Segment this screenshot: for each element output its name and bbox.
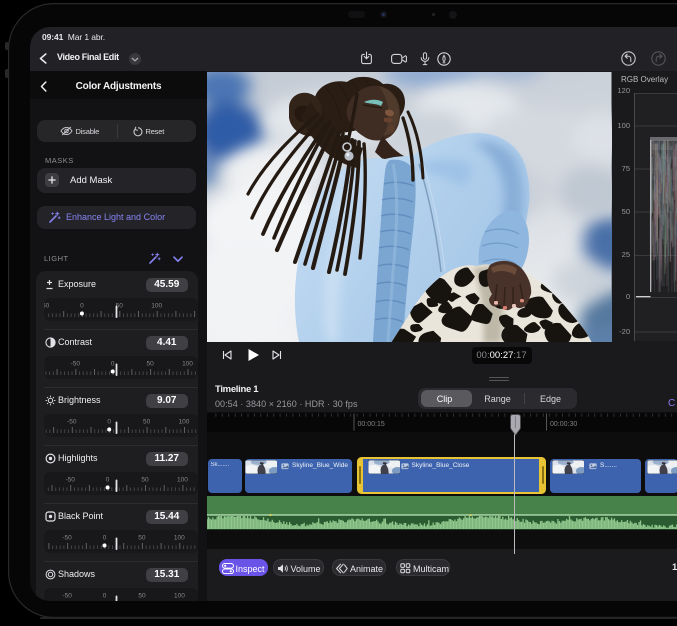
svg-text:50: 50 [138, 534, 146, 541]
svg-text:-50: -50 [62, 534, 72, 541]
svg-text:-50: -50 [62, 592, 72, 599]
svg-text:100: 100 [177, 476, 188, 483]
svg-text:50: 50 [143, 418, 151, 425]
svg-text:0: 0 [106, 476, 110, 483]
svg-text:-50: -50 [67, 418, 77, 425]
svg-text:50: 50 [141, 476, 149, 483]
svg-text:100: 100 [151, 302, 162, 309]
svg-text:50: 50 [138, 592, 146, 599]
svg-text:-50: -50 [71, 360, 81, 367]
svg-text:100: 100 [174, 592, 185, 599]
svg-text:100: 100 [179, 418, 190, 425]
svg-text:-50: -50 [44, 302, 50, 309]
svg-text:0: 0 [80, 302, 84, 309]
svg-text:0: 0 [111, 360, 115, 367]
svg-text:50: 50 [146, 360, 154, 367]
svg-text:00:00:30: 00:00:30 [550, 421, 577, 428]
svg-text:-100: -100 [44, 360, 45, 367]
svg-text:0: 0 [103, 534, 107, 541]
svg-text:00:00:15: 00:00:15 [358, 421, 385, 428]
svg-text:-50: -50 [65, 476, 75, 483]
svg-text:100: 100 [182, 360, 193, 367]
svg-text:100: 100 [174, 534, 185, 541]
svg-text:0: 0 [107, 418, 111, 425]
svg-text:0: 0 [103, 592, 107, 599]
